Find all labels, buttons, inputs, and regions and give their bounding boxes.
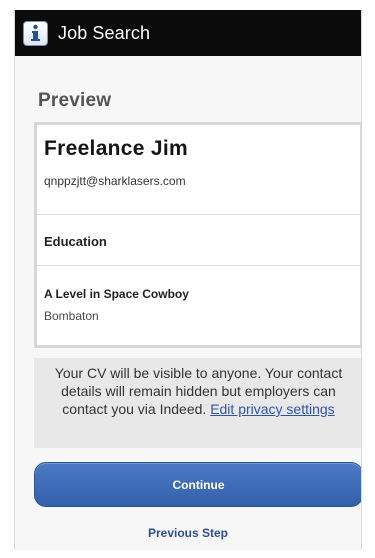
edit-privacy-settings-link[interactable]: Edit privacy settings bbox=[210, 401, 335, 417]
education-row: Education bbox=[37, 215, 360, 266]
info-icon[interactable] bbox=[23, 20, 48, 46]
app-title: Job Search bbox=[58, 22, 151, 43]
main-content: Preview Freelance Jim qnppzjtt@sharklase… bbox=[15, 90, 361, 540]
qualification-title: A Level in Space Cowboy bbox=[44, 287, 189, 301]
qualification-place: Bombaton bbox=[44, 309, 99, 323]
cv-preview-card: Freelance Jim qnppzjtt@sharklasers.com E… bbox=[34, 122, 361, 348]
privacy-notice: Your CV will be visible to anyone. Your … bbox=[34, 358, 361, 448]
qualification-row: A Level in Space Cowboy Bombaton bbox=[37, 266, 360, 345]
profile-row: Freelance Jim qnppzjtt@sharklasers.com bbox=[37, 125, 360, 215]
phone-screen: Job Search Preview Freelance Jim qnppzjt… bbox=[14, 10, 362, 550]
previous-step-link[interactable]: Previous Step bbox=[33, 526, 343, 540]
candidate-email: qnppzjtt@sharklasers.com bbox=[44, 174, 186, 188]
continue-button[interactable]: Continue bbox=[34, 462, 361, 507]
preview-heading: Preview bbox=[38, 90, 112, 111]
candidate-name: Freelance Jim bbox=[44, 137, 188, 160]
app-bar: Job Search bbox=[15, 10, 361, 56]
education-heading: Education bbox=[44, 234, 107, 249]
